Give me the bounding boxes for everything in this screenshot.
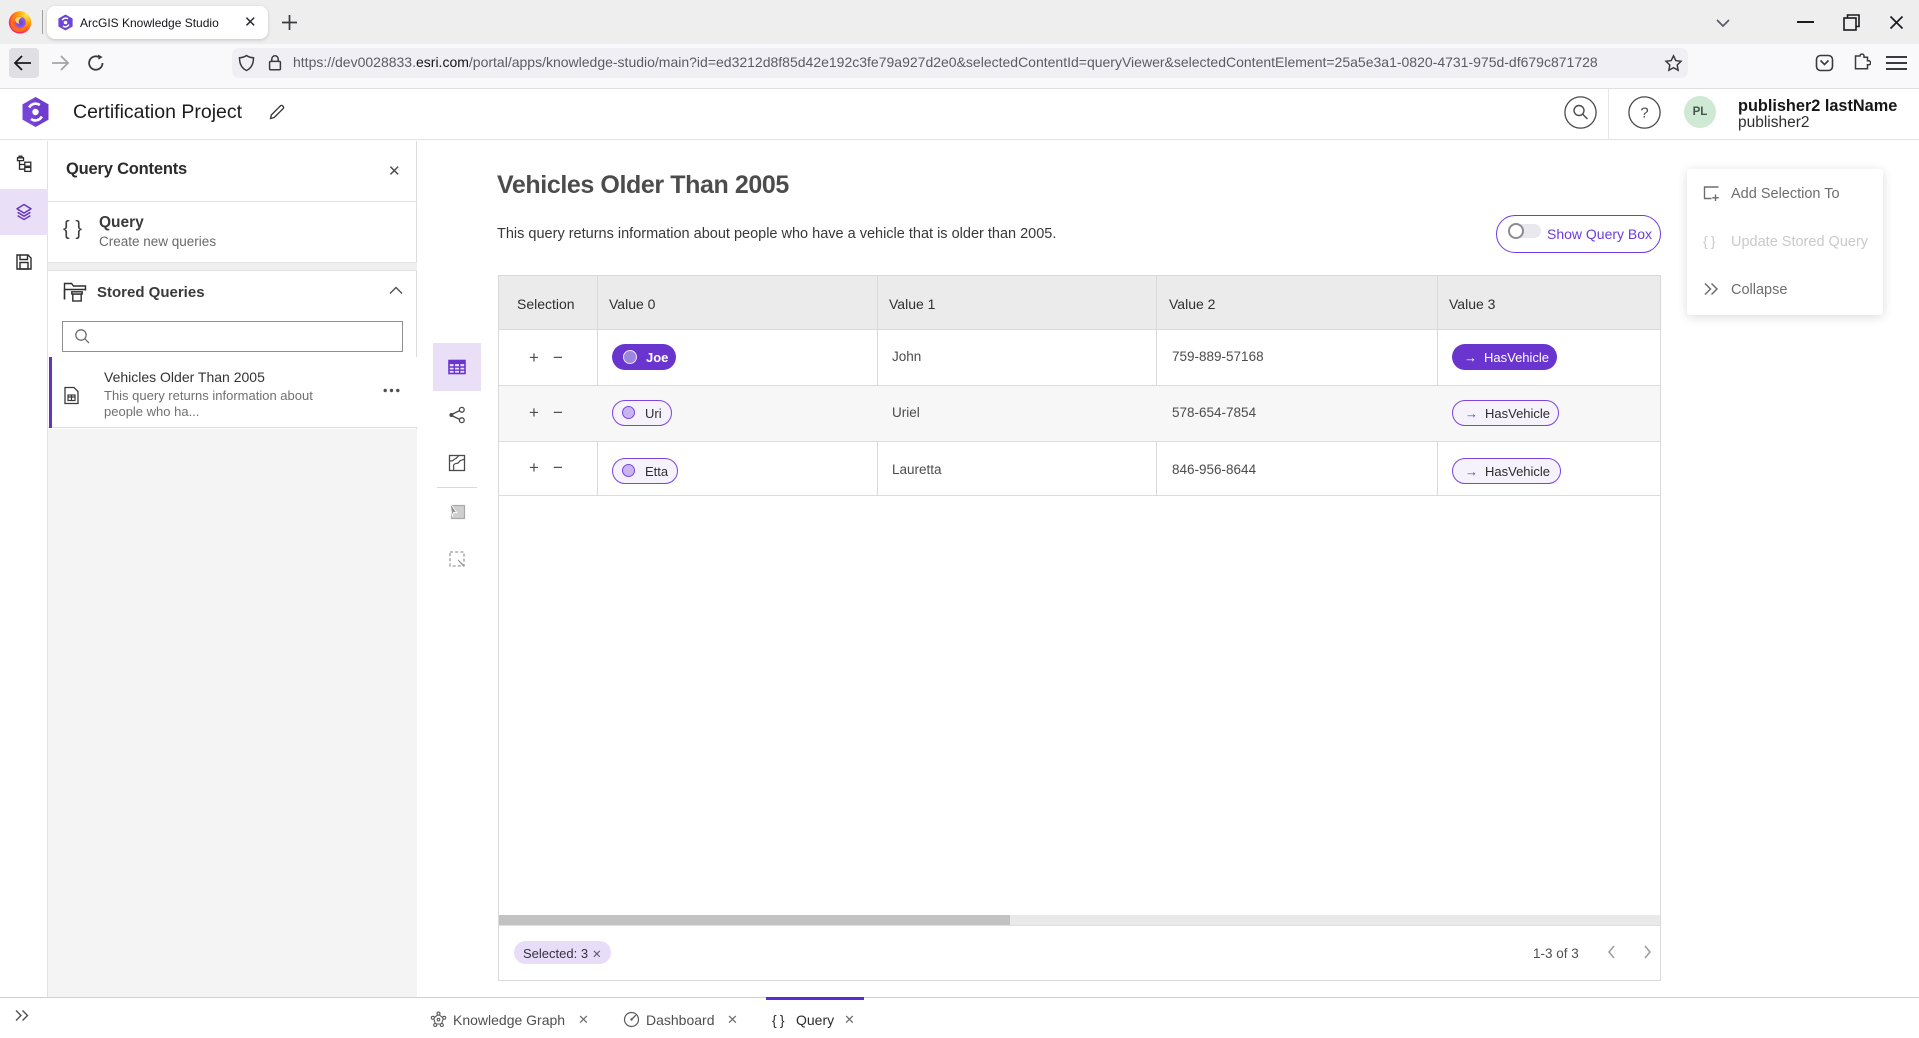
svg-text:?: ? — [1640, 105, 1648, 122]
